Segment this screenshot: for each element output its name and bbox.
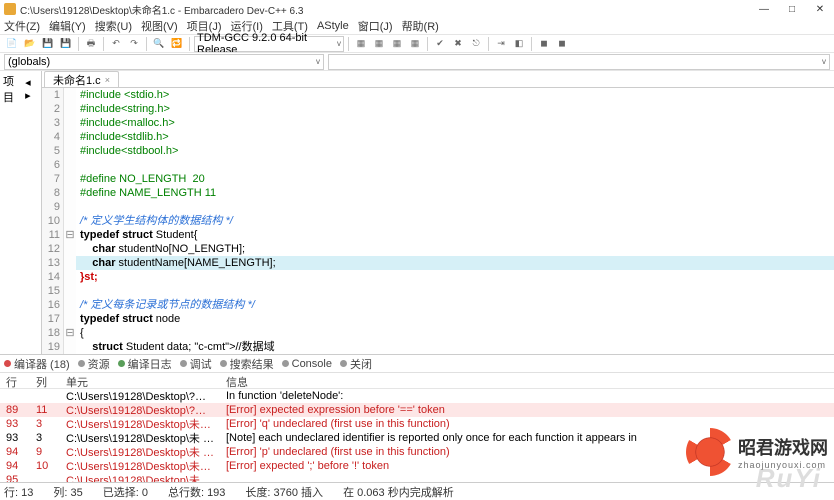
menubar: 文件(Z) 编辑(Y) 搜索(U) 视图(V) 项目(J) 运行(I) 工具(T… [0, 18, 834, 34]
code-line[interactable]: 1#include <stdio.h> [42, 88, 834, 102]
chevron-down-icon: v [337, 39, 341, 48]
compiler-header: 行 列 单元 信息 [0, 373, 834, 389]
output-panel: 编译器 (18) 资源 编译日志 调试 搜索结果 Console 关闭 行 列 … [0, 354, 834, 482]
code-line[interactable]: 4#include<stdlib.h> [42, 130, 834, 144]
menu-help[interactable]: 帮助(R) [402, 18, 439, 34]
code-line[interactable]: 17typedef struct node [42, 312, 834, 326]
status-len: 长度: 3760 插入 [245, 484, 323, 500]
tab-compile-log[interactable]: 编译日志 [118, 356, 172, 372]
code-line[interactable]: 18⊟{ [42, 326, 834, 340]
menu-file[interactable]: 文件(Z) [4, 18, 40, 34]
tab-label: 未命名1.c [53, 72, 101, 88]
code-line[interactable]: 2#include<string.h> [42, 102, 834, 116]
tab-debug[interactable]: 调试 [180, 356, 212, 372]
chevron-down-icon: v [316, 57, 320, 66]
bookmark-icon[interactable]: ◧ [511, 36, 527, 52]
save-all-icon[interactable]: 💾 [58, 36, 74, 52]
stop-icon[interactable]: ✖ [450, 36, 466, 52]
save-icon[interactable]: 💾 [40, 36, 56, 52]
replace-icon[interactable]: 🔁 [169, 36, 185, 52]
code-line[interactable]: 15 [42, 284, 834, 298]
menu-edit[interactable]: 编辑(Y) [49, 18, 86, 34]
code-line[interactable]: 8#define NAME_LENGTH 11 [42, 186, 834, 200]
scope-selector[interactable]: (globals) v [4, 54, 324, 70]
maximize-button[interactable]: □ [782, 2, 802, 16]
status-sel: 已选择: 0 [103, 484, 148, 500]
goto-icon[interactable]: ⇥ [493, 36, 509, 52]
editor-tabstrip: 未命名1.c × [42, 71, 834, 88]
tab-compiler[interactable]: 编译器 (18) [4, 356, 70, 372]
code-editor[interactable]: 1#include <stdio.h>2#include<string.h>3#… [42, 88, 834, 354]
close-button[interactable]: ✕ [810, 2, 830, 16]
hdr-line: 行 [0, 373, 30, 388]
chevron-down-icon: v [822, 57, 826, 66]
hdr-unit: 单元 [60, 373, 220, 388]
function-selector[interactable]: v [328, 54, 830, 70]
tool1-icon[interactable]: ◼ [536, 36, 552, 52]
compiler-messages[interactable]: C:\Users\19128\Desktop\?被?名2.cIn functio… [0, 389, 834, 482]
statusbar: 行: 13 列: 35 已选择: 0 总行数: 193 长度: 3760 插入 … [0, 482, 834, 500]
status-col: 列: 35 [53, 484, 82, 500]
redo-icon[interactable]: ↷ [126, 36, 142, 52]
code-line[interactable]: 3#include<malloc.h> [42, 116, 834, 130]
titlebar: C:\Users\19128\Desktop\未命名1.c - Embarcad… [0, 0, 834, 18]
code-line[interactable]: 10/* 定义学生结构体的数据结构 */ [42, 214, 834, 228]
editor-tab[interactable]: 未命名1.c × [44, 71, 119, 87]
rebuild-icon[interactable]: ▦ [407, 36, 423, 52]
menu-view[interactable]: 视图(V) [141, 18, 178, 34]
code-line[interactable]: 6 [42, 158, 834, 172]
new-file-icon[interactable]: 📄 [4, 36, 20, 52]
run-icon[interactable]: ▦ [371, 36, 387, 52]
tool2-icon[interactable]: ◼ [554, 36, 570, 52]
compile-run-icon[interactable]: ▦ [389, 36, 405, 52]
project-panel-header[interactable]: 项目◂ ▸ [0, 71, 41, 107]
hdr-info: 信息 [220, 373, 254, 388]
code-line[interactable]: 14}st; [42, 270, 834, 284]
code-line[interactable]: 13 char studentName[NAME_LENGTH]; [42, 256, 834, 270]
status-line: 行: 13 [4, 484, 33, 500]
scope-text: (globals) [8, 56, 50, 68]
project-panel: 项目◂ ▸ [0, 71, 42, 354]
debug-icon[interactable]: ✔ [432, 36, 448, 52]
tab-close-output[interactable]: 关闭 [340, 356, 372, 372]
menu-search[interactable]: 搜索(U) [95, 18, 132, 34]
undo-icon[interactable]: ↶ [108, 36, 124, 52]
app-icon [4, 3, 16, 15]
status-done: 在 0.063 秒内完成解析 [343, 484, 454, 500]
compiler-row[interactable]: 95C:\Users\19128\Desktop\未命??.c [0, 473, 834, 482]
status-total: 总行数: 193 [168, 484, 225, 500]
code-line[interactable]: 19 struct Student data; "c-cmt">//数据域 [42, 340, 834, 354]
tab-search-results[interactable]: 搜索结果 [220, 356, 274, 372]
output-tabstrip: 编译器 (18) 资源 编译日志 调试 搜索结果 Console 关闭 [0, 355, 834, 373]
code-line[interactable]: 11⊟typedef struct Student{ [42, 228, 834, 242]
main-toolbar: 📄 📂 💾 💾 🖶 ↶ ↷ 🔍 🔁 TDM-GCC 9.2.0 64-bit R… [0, 34, 834, 52]
print-icon[interactable]: 🖶 [83, 36, 99, 52]
code-line[interactable]: 16/* 定义每条记录或节点的数据结构 */ [42, 298, 834, 312]
tab-close-icon[interactable]: × [105, 75, 110, 85]
hdr-col: 列 [30, 373, 60, 388]
code-line[interactable]: 12 char studentNo[NO_LENGTH]; [42, 242, 834, 256]
compile-icon[interactable]: ▦ [353, 36, 369, 52]
open-file-icon[interactable]: 📂 [22, 36, 38, 52]
compiler-selector[interactable]: TDM-GCC 9.2.0 64-bit Release v [194, 36, 344, 52]
code-line[interactable]: 5#include<stdbool.h> [42, 144, 834, 158]
find-icon[interactable]: 🔍 [151, 36, 167, 52]
tab-console[interactable]: Console [282, 358, 332, 370]
profile-icon[interactable]: ⎋ [468, 36, 484, 52]
menu-astyle[interactable]: AStyle [317, 20, 349, 32]
minimize-button[interactable]: — [754, 2, 774, 16]
menu-window[interactable]: 窗口(J) [358, 18, 393, 34]
code-line[interactable]: 9 [42, 200, 834, 214]
code-line[interactable]: 7#define NO_LENGTH 20 [42, 172, 834, 186]
scope-toolbar: (globals) v v [0, 52, 834, 70]
tab-resources[interactable]: 资源 [78, 356, 110, 372]
window-title: C:\Users\19128\Desktop\未命名1.c - Embarcad… [20, 2, 303, 17]
